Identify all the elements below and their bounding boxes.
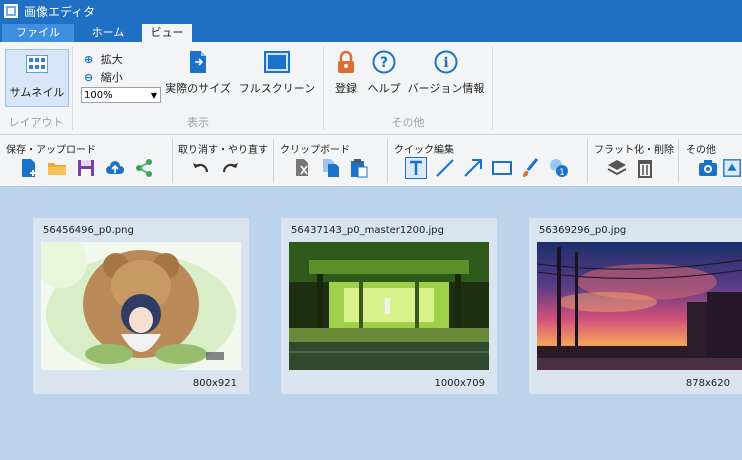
new-file-icon[interactable]: [18, 157, 40, 179]
other-group-label: その他: [391, 116, 425, 129]
thumbnail-dimensions: 878x620: [685, 378, 730, 389]
zoom-out-button[interactable]: ⊖ 縮小: [84, 69, 123, 85]
camera-icon[interactable]: [697, 157, 719, 179]
ribbon-divider: [492, 46, 493, 130]
svg-text:i: i: [443, 55, 448, 71]
help-label: ヘルプ: [367, 82, 401, 95]
thumbnail-filename: 56437143_p0_master1200.jpg: [291, 225, 444, 236]
copy-icon[interactable]: [320, 157, 342, 179]
svg-text:?: ?: [380, 55, 388, 71]
register-button[interactable]: 登録: [331, 50, 361, 100]
layers-icon[interactable]: [606, 157, 628, 179]
register-label: 登録: [335, 82, 357, 95]
share-icon[interactable]: [133, 157, 155, 179]
save-upload-group-label: 保存・アップロード: [6, 145, 96, 156]
clipboard-group-label: クリップボード: [280, 145, 350, 156]
arrow-tool-icon[interactable]: [462, 157, 484, 179]
trash-icon[interactable]: [634, 157, 656, 179]
line-tool-icon[interactable]: [434, 157, 456, 179]
info-icon: i: [434, 50, 458, 74]
lock-icon: [338, 50, 354, 73]
thumbnail-image: [289, 242, 489, 370]
paste-icon[interactable]: [348, 157, 370, 179]
tab-home[interactable]: ホーム: [76, 24, 140, 42]
toolbar-divider: [587, 139, 588, 183]
display-group-label: 表示: [187, 116, 209, 129]
cut-icon[interactable]: [292, 157, 314, 179]
fullscreen-label: フルスクリーン: [238, 82, 316, 95]
toolbar-divider: [678, 139, 679, 183]
thumbnail-card[interactable]: 56437143_p0_master1200.jpg 1000x709: [281, 218, 497, 394]
thumbnail-dimensions: 1000x709: [434, 378, 485, 389]
zoom-value: 100%: [84, 90, 113, 101]
fullscreen-button[interactable]: フルスクリーン: [238, 50, 316, 100]
thumbnail-card[interactable]: 56456496_p0.png 800x921: [33, 218, 249, 394]
help-icon: ?: [372, 50, 396, 74]
quick-edit-group-label: クイック編集: [394, 145, 454, 156]
ribbon-panel: サムネイル レイアウト ⊕ 拡大 ⊖ 縮小 100% ▼ 実際のサイズ フルスク…: [0, 42, 742, 135]
title-bar: 画像エディタ: [0, 0, 742, 22]
fullscreen-icon: [264, 51, 290, 73]
ribbon-tabs: ファイル ホーム ビュー: [0, 22, 742, 42]
actual-size-icon: [190, 51, 206, 73]
toolbar-divider: [387, 139, 388, 183]
tab-view[interactable]: ビュー: [142, 24, 192, 42]
save-icon[interactable]: [75, 157, 97, 179]
actual-size-label: 実際のサイズ: [165, 82, 231, 95]
thumbnail-grid-icon: [26, 55, 48, 73]
rectangle-tool-icon[interactable]: [491, 157, 513, 179]
window-title: 画像エディタ: [24, 5, 96, 19]
undo-redo-group-label: 取り消す・やり直す: [178, 145, 268, 156]
flatten-delete-group-label: フラット化・削除: [594, 145, 674, 156]
thumbnail-dimensions: 800x921: [192, 378, 237, 389]
actual-size-button[interactable]: 実際のサイズ: [165, 50, 231, 100]
thumbnail-card[interactable]: 56369296_p0.jpg 878x620: [529, 218, 742, 394]
watermark-icon[interactable]: [722, 157, 742, 179]
toolbar-divider: [172, 139, 173, 183]
zoom-select[interactable]: 100% ▼: [81, 87, 161, 103]
thumbnail-filename: 56369296_p0.jpg: [539, 225, 627, 236]
numbering-tool-icon[interactable]: 1: [548, 157, 570, 179]
version-info-button[interactable]: i バージョン情報: [406, 50, 486, 100]
zoom-out-icon: ⊖: [84, 71, 94, 84]
app-icon: [4, 4, 18, 18]
thumbnail-button[interactable]: サムネイル: [5, 49, 69, 107]
thumbnail-filename: 56456496_p0.png: [43, 225, 134, 236]
brush-tool-icon[interactable]: [519, 157, 541, 179]
thumbnail-image: [537, 242, 742, 370]
other-tools-group-label: その他: [686, 145, 716, 156]
toolbar-divider: [273, 139, 274, 183]
zoom-in-button[interactable]: ⊕ 拡大: [84, 51, 123, 67]
tab-file[interactable]: ファイル: [2, 24, 74, 42]
zoom-out-label: 縮小: [100, 71, 123, 84]
version-info-label: バージョン情報: [407, 82, 485, 95]
undo-icon[interactable]: [190, 157, 212, 179]
help-button[interactable]: ? ヘルプ: [366, 50, 402, 100]
svg-text:1: 1: [559, 168, 565, 178]
chevron-down-icon: ▼: [150, 91, 157, 100]
thumbnail-image: [41, 242, 241, 370]
text-tool-icon[interactable]: [405, 157, 427, 179]
zoom-in-icon: ⊕: [84, 53, 94, 66]
layout-group-label: レイアウト: [8, 116, 64, 129]
quick-toolbar: 保存・アップロード 取り消す・やり直す クリップボード クイック編集 1 フラッ…: [0, 135, 742, 187]
open-folder-icon[interactable]: [46, 157, 68, 179]
thumbnail-label: サムネイル: [9, 86, 65, 99]
redo-icon[interactable]: [219, 157, 241, 179]
cloud-upload-icon[interactable]: [104, 157, 126, 179]
zoom-in-label: 拡大: [100, 53, 123, 66]
